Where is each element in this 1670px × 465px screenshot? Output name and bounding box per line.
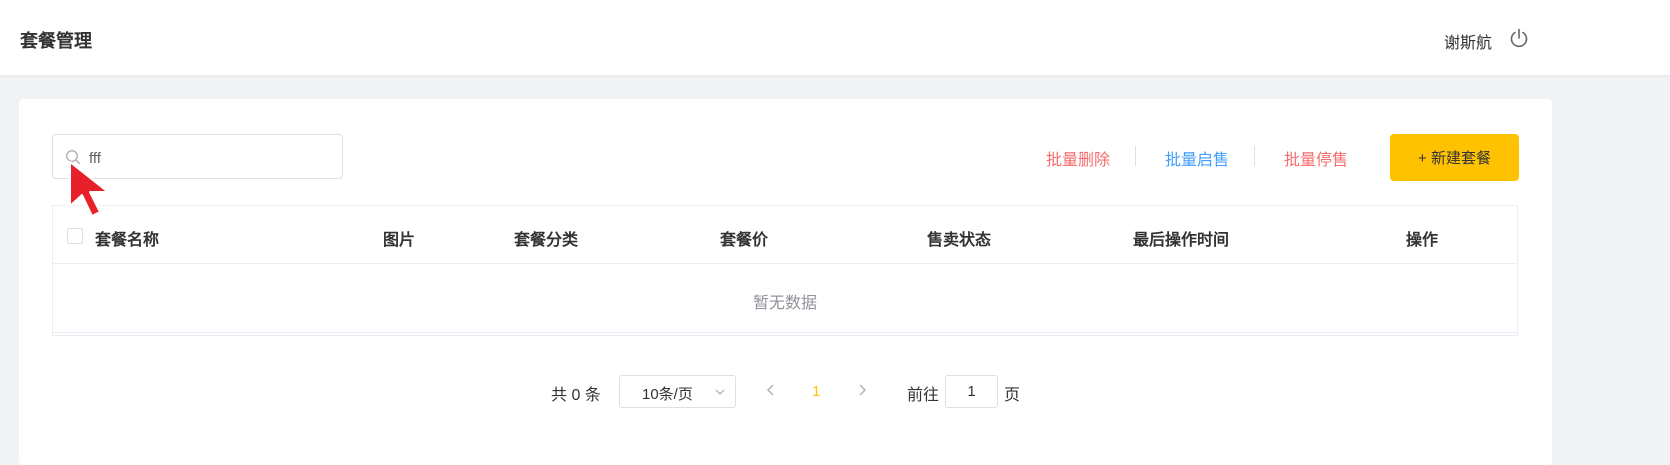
column-header: 套餐价 [720, 232, 769, 249]
batch-delete-button[interactable]: 批量删除 [1046, 146, 1110, 170]
divider [1254, 146, 1255, 166]
select-all-checkbox[interactable] [67, 228, 83, 244]
goto-page-input[interactable] [945, 375, 998, 408]
divider [1135, 146, 1136, 166]
page-size-value: 10条/页 [642, 386, 693, 403]
batch-enable-button[interactable]: 批量启售 [1165, 146, 1229, 170]
power-icon[interactable] [1509, 28, 1529, 48]
package-table: 套餐名称 图片 套餐分类 套餐价 售卖状态 最后操作时间 操作 暂无数据 [52, 205, 1518, 336]
top-bar: 套餐管理 谢斯航 [0, 0, 1670, 75]
column-header: 售卖状态 [927, 232, 992, 249]
chevron-down-icon [715, 389, 725, 395]
new-package-button[interactable]: + 新建套餐 [1390, 134, 1519, 181]
column-header: 最后操作时间 [1133, 232, 1230, 249]
column-header: 套餐名称 [95, 232, 160, 249]
column-header: 图片 [383, 232, 416, 249]
page-size-select[interactable]: 10条/页 [619, 375, 736, 408]
column-header: 操作 [1406, 232, 1439, 249]
table-header: 套餐名称 图片 套餐分类 套餐价 售卖状态 最后操作时间 操作 [53, 206, 1517, 264]
chevron-right-icon[interactable] [855, 383, 869, 397]
goto-label: 前往 [907, 387, 940, 404]
pagination-total: 共 0 条 [551, 387, 601, 404]
column-header: 套餐分类 [514, 232, 579, 249]
pagination-current-page[interactable]: 1 [812, 383, 820, 400]
empty-state-text: 暂无数据 [752, 295, 817, 312]
goto-suffix: 页 [1004, 387, 1021, 404]
page-title: 套餐管理 [20, 31, 92, 51]
batch-disable-button[interactable]: 批量停售 [1284, 146, 1348, 170]
chevron-left-icon[interactable] [764, 383, 778, 397]
divider [53, 332, 1517, 333]
search-input[interactable] [87, 145, 331, 171]
mouse-cursor-icon [69, 161, 109, 217]
user-name: 谢斯航 [1444, 35, 1493, 52]
